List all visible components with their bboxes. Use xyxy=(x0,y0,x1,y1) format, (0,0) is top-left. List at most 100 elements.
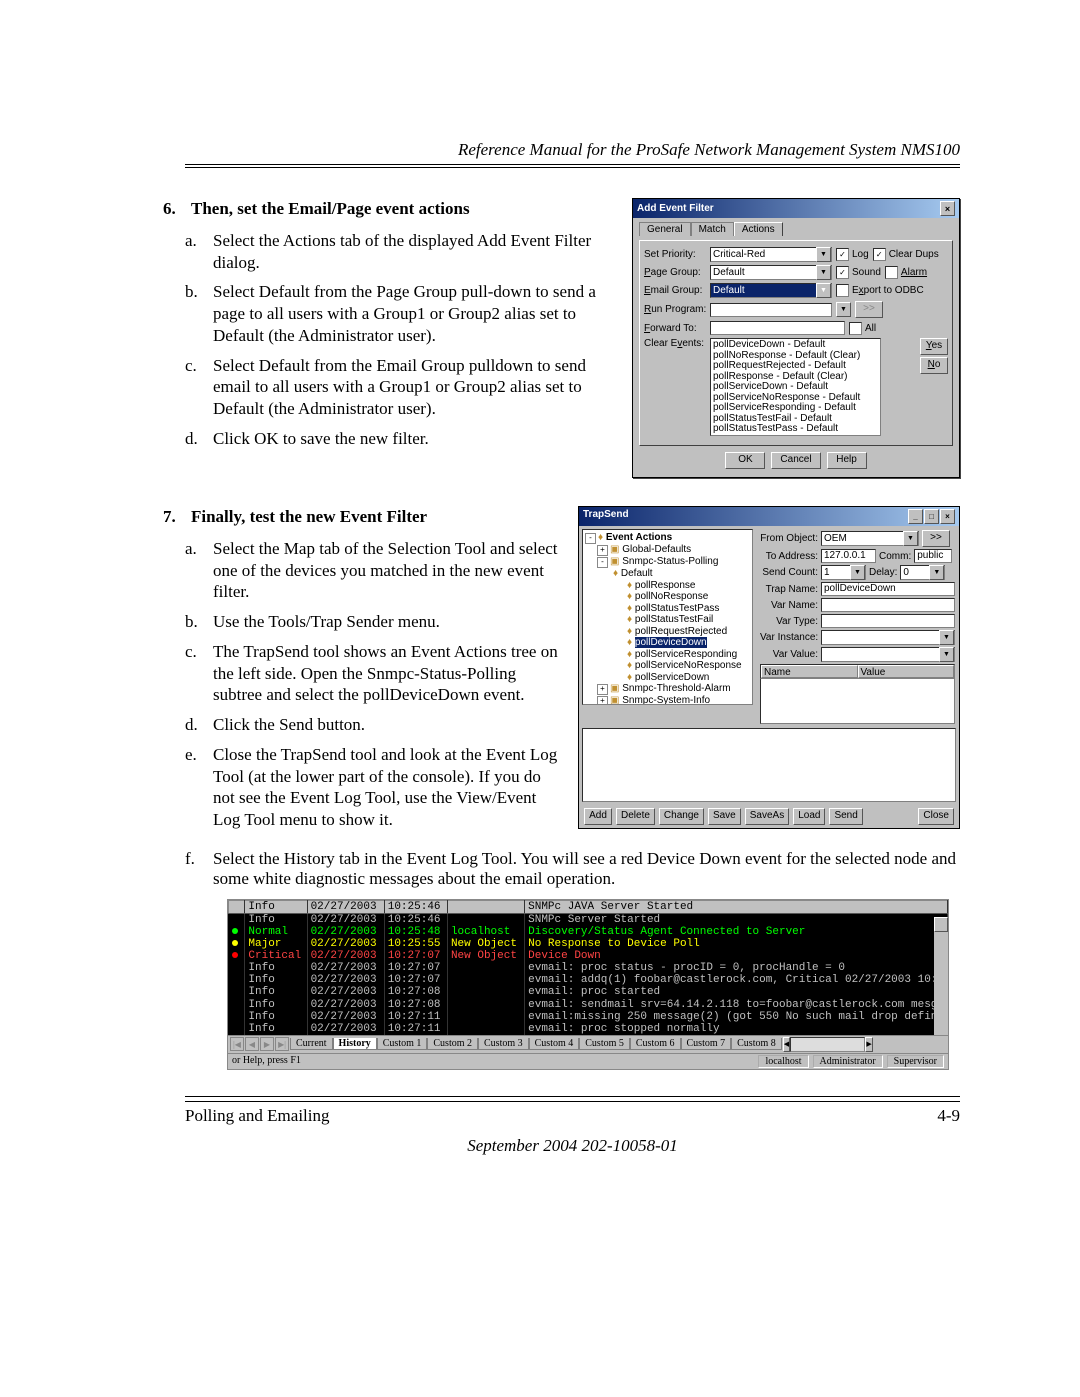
from-browse-button[interactable]: >> xyxy=(922,530,950,547)
prev-icon[interactable]: ◀ xyxy=(245,1037,259,1051)
tab-custom4[interactable]: Custom 4 xyxy=(529,1038,580,1050)
save-button[interactable]: Save xyxy=(708,808,741,825)
list-item[interactable]: pollRequestRejected - Default xyxy=(713,361,878,372)
tab-custom7[interactable]: Custom 7 xyxy=(681,1038,732,1050)
alarm-checkbox[interactable] xyxy=(885,266,898,279)
tab-custom2[interactable]: Custom 2 xyxy=(427,1038,478,1050)
tree-node[interactable]: pollStatusTestFail xyxy=(635,614,713,625)
close-icon[interactable]: × xyxy=(940,201,955,216)
tab-custom8[interactable]: Custom 8 xyxy=(731,1038,782,1050)
page-group-select[interactable]: Default ▼ xyxy=(710,265,832,280)
close-button[interactable]: Close xyxy=(918,808,954,825)
table-row[interactable]: Major02/27/200310:25:55New ObjectNo Resp… xyxy=(229,938,948,950)
tree-node[interactable]: pollStatusTestPass xyxy=(635,603,720,614)
chevron-down-icon[interactable]: ▼ xyxy=(939,647,954,662)
var-value-select[interactable]: ▼ xyxy=(821,647,955,662)
table-row[interactable]: Info02/27/200310:27:08evmail: proc start… xyxy=(229,986,948,998)
tree-node[interactable]: pollResponse xyxy=(635,580,696,591)
var-name-input[interactable] xyxy=(821,598,955,612)
event-actions-tree[interactable]: -♦ Event Actions +▣ Global-Defaults -▣ S… xyxy=(582,529,753,705)
table-row[interactable]: Info02/27/200310:27:11evmail: proc stopp… xyxy=(229,1023,948,1035)
send-count-select[interactable]: 1▼ xyxy=(821,565,866,580)
email-group-select[interactable]: Default ▼ xyxy=(710,283,832,298)
from-object-select[interactable]: OEM▼ xyxy=(821,531,919,546)
chevron-down-icon[interactable]: ▼ xyxy=(939,630,954,645)
run-browse-button[interactable]: >> xyxy=(855,301,883,318)
tab-match[interactable]: Match xyxy=(691,222,734,236)
maximize-icon[interactable]: □ xyxy=(924,509,939,524)
tab-actions[interactable]: Actions xyxy=(734,222,783,236)
log-checkbox[interactable]: ✓ xyxy=(836,248,849,261)
tree-node-selected[interactable]: pollDeviceDown xyxy=(635,637,707,648)
var-type-input[interactable] xyxy=(821,614,955,628)
tab-general[interactable]: General xyxy=(639,222,691,236)
scroll-up-icon[interactable]: ▲ xyxy=(934,917,948,932)
run-program-input[interactable] xyxy=(710,303,832,317)
chevron-down-icon[interactable]: ▼ xyxy=(903,531,918,546)
delete-button[interactable]: Delete xyxy=(616,808,655,825)
set-priority-select[interactable]: Critical-Red ▼ xyxy=(710,247,832,262)
tab-custom6[interactable]: Custom 6 xyxy=(630,1038,681,1050)
tree-node[interactable]: pollServiceNoResponse xyxy=(635,660,742,671)
tab-custom3[interactable]: Custom 3 xyxy=(478,1038,529,1050)
clear-events-list[interactable]: pollDeviceDown - Default pollNoResponse … xyxy=(710,338,881,436)
forward-to-input[interactable] xyxy=(710,321,845,335)
table-row[interactable]: Info02/27/200310:25:46SNMPc Server Start… xyxy=(229,913,948,926)
minimize-icon[interactable]: _ xyxy=(908,509,923,524)
chevron-down-icon[interactable]: ▼ xyxy=(836,302,851,317)
tree-node[interactable]: Default xyxy=(621,568,653,579)
list-item[interactable]: pollServiceDown - Default xyxy=(713,382,878,393)
vertical-scrollbar[interactable]: ▲ xyxy=(934,917,948,1035)
tab-current[interactable]: Current xyxy=(290,1038,333,1050)
sound-checkbox[interactable]: ✓ xyxy=(836,266,849,279)
table-row[interactable]: Info02/27/200310:27:08evmail: sendmail s… xyxy=(229,999,948,1011)
chevron-down-icon[interactable]: ▼ xyxy=(816,265,831,280)
chevron-down-icon[interactable]: ▼ xyxy=(816,283,831,298)
list-item[interactable]: pollDeviceDown - Default xyxy=(713,340,878,351)
tree-node[interactable]: pollRequestRejected xyxy=(635,626,727,637)
tree-node[interactable]: pollNoResponse xyxy=(635,591,708,602)
add-button[interactable]: Add xyxy=(584,808,612,825)
next-icon[interactable]: ▶ xyxy=(260,1037,274,1051)
load-button[interactable]: Load xyxy=(793,808,825,825)
last-icon[interactable]: ▶| xyxy=(275,1037,289,1051)
tab-custom5[interactable]: Custom 5 xyxy=(579,1038,630,1050)
tree-node[interactable]: pollServiceDown xyxy=(635,672,709,683)
tab-custom1[interactable]: Custom 1 xyxy=(377,1038,428,1050)
chevron-down-icon[interactable]: ▼ xyxy=(816,247,831,262)
to-address-input[interactable]: 127.0.0.1 xyxy=(821,549,876,563)
trap-name-input[interactable]: pollDeviceDown xyxy=(821,582,955,596)
cancel-button[interactable]: Cancel xyxy=(771,452,820,469)
yes-button[interactable]: Yes xyxy=(920,338,948,355)
tree-node[interactable]: Global-Defaults xyxy=(622,544,691,555)
close-icon[interactable]: × xyxy=(940,509,955,524)
horizontal-scrollbar[interactable]: ◀ ▶ xyxy=(783,1037,873,1052)
scroll-right-icon[interactable]: ▶ xyxy=(865,1037,872,1052)
help-button[interactable]: Help xyxy=(827,452,867,469)
ok-button[interactable]: OK xyxy=(725,452,765,469)
all-checkbox[interactable] xyxy=(849,322,862,335)
table-row[interactable]: Info02/27/200310:27:07evmail: addq(1) fo… xyxy=(229,974,948,986)
saveas-button[interactable]: SaveAs xyxy=(745,808,789,825)
tree-node[interactable]: pollServiceResponding xyxy=(635,649,737,660)
clear-dups-checkbox[interactable]: ✓ xyxy=(873,248,886,261)
var-grid[interactable] xyxy=(760,679,955,724)
list-item[interactable]: pollStatusTestPass - Default xyxy=(713,424,878,435)
tab-history[interactable]: History xyxy=(333,1038,377,1050)
send-button[interactable]: Send xyxy=(829,808,862,825)
table-row[interactable]: Critical02/27/200310:27:07New ObjectDevi… xyxy=(229,950,948,962)
change-button[interactable]: Change xyxy=(659,808,704,825)
delay-select[interactable]: 0▼ xyxy=(900,565,945,580)
comm-input[interactable]: public xyxy=(914,549,952,563)
list-item[interactable]: pollServiceResponding - Default xyxy=(713,403,878,414)
scroll-left-icon[interactable]: ◀ xyxy=(783,1037,790,1052)
table-row[interactable]: Info02/27/200310:27:07evmail: proc statu… xyxy=(229,962,948,974)
var-instance-select[interactable]: ▼ xyxy=(821,630,955,645)
chevron-down-icon[interactable]: ▼ xyxy=(929,565,944,580)
first-icon[interactable]: |◀ xyxy=(230,1037,244,1051)
export-odbc-checkbox[interactable] xyxy=(836,284,849,297)
chevron-down-icon[interactable]: ▼ xyxy=(850,565,865,580)
table-row[interactable]: Info02/27/200310:27:11evmail:missing 250… xyxy=(229,1011,948,1023)
tree-node[interactable]: Snmpc-Threshold-Alarm xyxy=(622,683,730,694)
tree-node[interactable]: Snmpc-System-Info xyxy=(622,695,710,705)
